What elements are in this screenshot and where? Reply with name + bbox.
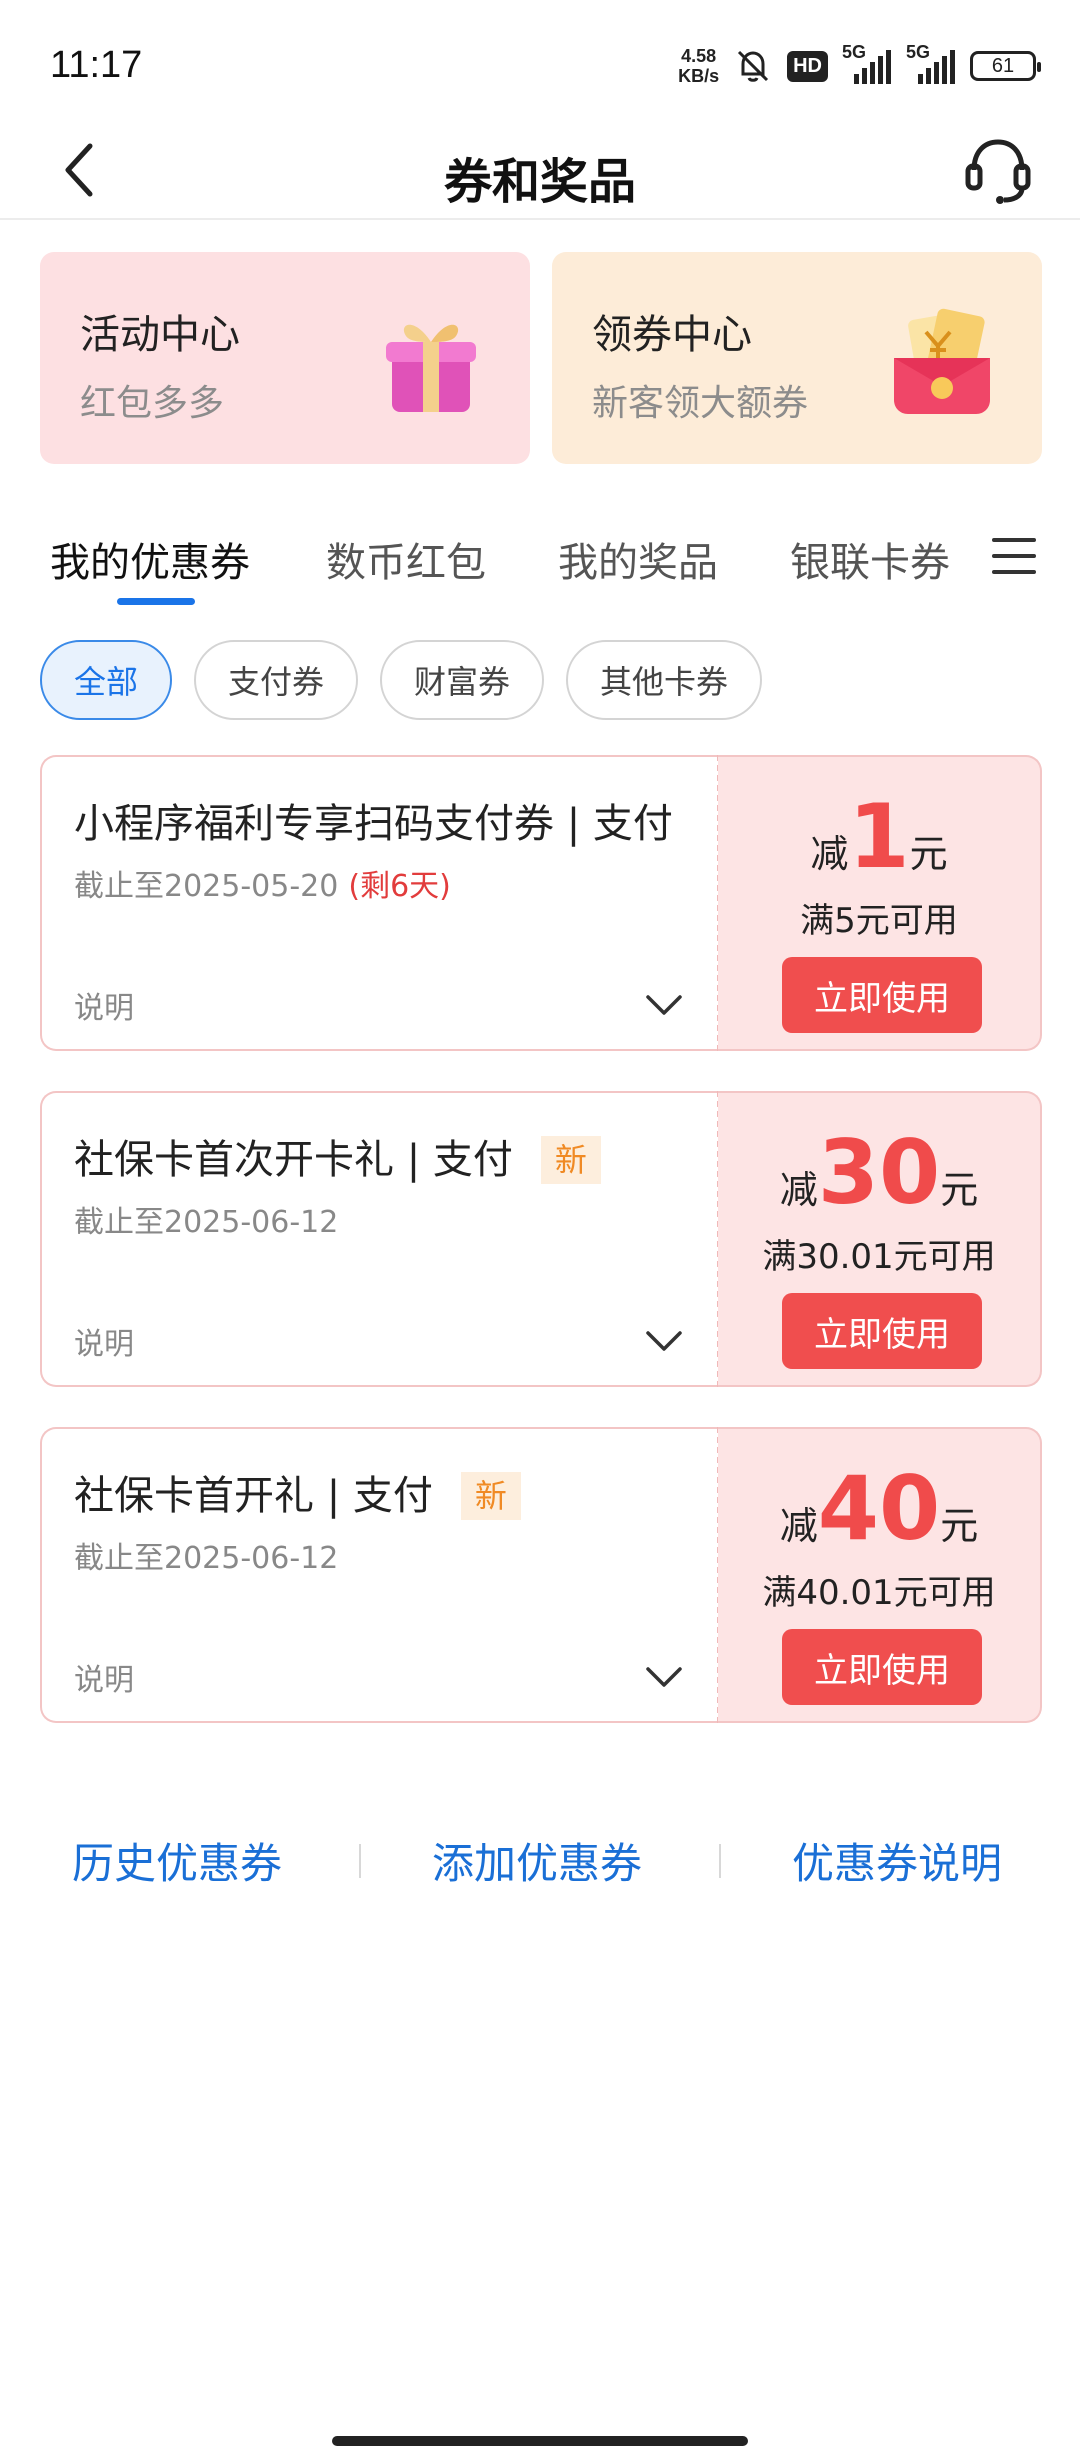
link-divider [719, 1844, 721, 1878]
new-badge: 新 [540, 1136, 601, 1184]
coupon-remaining-days: (剩6天) [348, 869, 451, 904]
coupon-tabs: 我的优惠券 数币红包 我的奖品 银联卡券 [0, 520, 1080, 610]
coupon-info: 社保卡首次开卡礼 | 支付新 截止至2025-06-12 说明 [40, 1091, 718, 1387]
gift-box-icon [386, 324, 476, 412]
coupon-value-panel: 减40元 满40.01元可用 立即使用 [718, 1427, 1042, 1723]
coupon-expiry-date: 截止至2025-06-12 [74, 1541, 339, 1576]
tabs-menu-button[interactable] [992, 534, 1036, 578]
coupon-title-text: 小程序福利专享扫码支付券 | 支付 [74, 801, 673, 847]
coupon-condition: 满40.01元可用 [762, 1573, 996, 1613]
coupon-title: 社保卡首次开卡礼 | 支付新 [74, 1133, 694, 1187]
coupon-info: 小程序福利专享扫码支付券 | 支付 截止至2025-05-20 (剩6天) 说明 [40, 755, 718, 1051]
use-now-button[interactable]: 立即使用 [782, 1629, 982, 1705]
filter-payment-coupons[interactable]: 支付券 [194, 640, 359, 720]
page-title: 券和奖品 [443, 154, 636, 210]
coupon-amount-unit: 元 [909, 832, 948, 876]
coupon-amount-value: 40 [817, 1457, 941, 1560]
network-speed-unit: KB/s [678, 66, 720, 86]
coupon-expiry: 截止至2025-06-12 [74, 1197, 718, 1241]
coupon-value-panel: 减1元 满5元可用 立即使用 [718, 755, 1042, 1051]
coupon-info-link[interactable]: 优惠券说明 [792, 1830, 1002, 1891]
headset-icon [965, 139, 1031, 204]
coupon-expiry: 截止至2025-05-20 (剩6天) [74, 861, 718, 905]
coupon-title-text: 社保卡首开礼 | 支付 [74, 1473, 433, 1519]
filter-wealth-coupons[interactable]: 财富券 [380, 640, 545, 720]
coupon-title: 社保卡首开礼 | 支付新 [74, 1469, 694, 1523]
red-envelope-icon [894, 308, 990, 414]
sim1-network-label: 5G [842, 42, 867, 62]
coupon-center-card[interactable]: 领券中心 新客领大额券 [552, 252, 1042, 464]
top-nav-bar: 券和奖品 [0, 120, 1080, 220]
coupon-amount-unit: 元 [940, 1168, 979, 1212]
history-coupons-link[interactable]: 历史优惠券 [72, 1830, 282, 1891]
signal-sim1-icon: 5G [842, 42, 892, 84]
coupon-card: 社保卡首开礼 | 支付新 截止至2025-06-12 说明 减40元 满40.0… [40, 1427, 1042, 1723]
status-icons: 4.58 KB/s HD 5G 5G 61 [678, 42, 1041, 88]
battery-level: 61 [991, 54, 1015, 77]
coupon-amount-prefix: 减 [779, 1504, 818, 1548]
new-badge: 新 [460, 1472, 521, 1520]
use-now-button[interactable]: 立即使用 [782, 1293, 982, 1369]
coupon-card: 小程序福利专享扫码支付券 | 支付 截止至2025-05-20 (剩6天) 说明 … [40, 755, 1042, 1051]
coupon-amount: 减30元 [718, 1129, 1040, 1217]
coupon-amount-prefix: 减 [779, 1168, 818, 1212]
coupon-amount-unit: 元 [940, 1504, 979, 1548]
filter-all[interactable]: 全部 [40, 640, 173, 720]
filter-other-card-coupons[interactable]: 其他卡券 [566, 640, 763, 720]
coupon-description-toggle[interactable]: 说明 [74, 983, 134, 1027]
battery-icon: 61 [970, 51, 1041, 81]
tab-my-coupons[interactable]: 我的优惠券 [50, 530, 250, 588]
coupon-info: 社保卡首开礼 | 支付新 截止至2025-06-12 说明 [40, 1427, 718, 1723]
network-speed: 4.58 KB/s [678, 46, 719, 86]
coupon-amount: 减40元 [718, 1465, 1040, 1553]
tab-digital-red-packets[interactable]: 数币红包 [326, 530, 486, 588]
coupon-title-text: 社保卡首次开卡礼 | 支付 [74, 1137, 513, 1183]
active-tab-indicator [117, 598, 195, 605]
coupon-amount-value: 1 [848, 785, 910, 888]
customer-service-button[interactable] [964, 134, 1032, 206]
coupon-expiry-date: 截止至2025-06-12 [74, 1205, 339, 1240]
add-coupon-link[interactable]: 添加优惠券 [432, 1830, 642, 1891]
coupon-amount: 减1元 [718, 793, 1040, 881]
coupon-value-panel: 减30元 满30.01元可用 立即使用 [718, 1091, 1042, 1387]
chevron-down-icon[interactable] [644, 1321, 684, 1361]
chevron-down-icon[interactable] [644, 1657, 684, 1697]
network-speed-value: 4.58 [681, 46, 717, 66]
coupon-amount-value: 30 [817, 1121, 941, 1224]
coupon-expiry-date: 截止至2025-05-20 [74, 869, 339, 904]
link-divider [359, 1844, 361, 1878]
bottom-links: 历史优惠券 添加优惠券 优惠券说明 [0, 1830, 1080, 1890]
use-now-button[interactable]: 立即使用 [782, 957, 982, 1033]
coupon-condition: 满5元可用 [800, 901, 958, 941]
coupon-expiry: 截止至2025-06-12 [74, 1533, 718, 1577]
filter-chips: 全部 支付券 财富券 其他卡券 [40, 640, 763, 720]
coupon-description-toggle[interactable]: 说明 [74, 1319, 134, 1363]
mute-bell-icon [738, 50, 769, 82]
activity-center-card[interactable]: 活动中心 红包多多 [40, 252, 530, 464]
coupon-condition: 满30.01元可用 [762, 1237, 996, 1277]
home-indicator[interactable] [332, 2436, 748, 2446]
tab-unionpay-card-coupons[interactable]: 银联卡券 [790, 530, 950, 588]
chevron-down-icon[interactable] [644, 985, 684, 1025]
tab-my-prizes[interactable]: 我的奖品 [558, 530, 718, 588]
hamburger-icon [992, 538, 1036, 542]
coupon-card: 社保卡首次开卡礼 | 支付新 截止至2025-06-12 说明 减30元 满30… [40, 1091, 1042, 1387]
status-time: 11:17 [50, 44, 143, 86]
coupon-description-toggle[interactable]: 说明 [74, 1655, 134, 1699]
coupon-amount-prefix: 减 [810, 832, 849, 876]
coupon-title: 小程序福利专享扫码支付券 | 支付 [74, 797, 694, 851]
signal-sim2-icon: 5G [906, 42, 956, 84]
sim2-network-label: 5G [906, 42, 931, 62]
hd-badge: HD [787, 50, 828, 82]
status-bar: 11:17 4.58 KB/s HD 5G 5G 61 [0, 0, 1080, 120]
